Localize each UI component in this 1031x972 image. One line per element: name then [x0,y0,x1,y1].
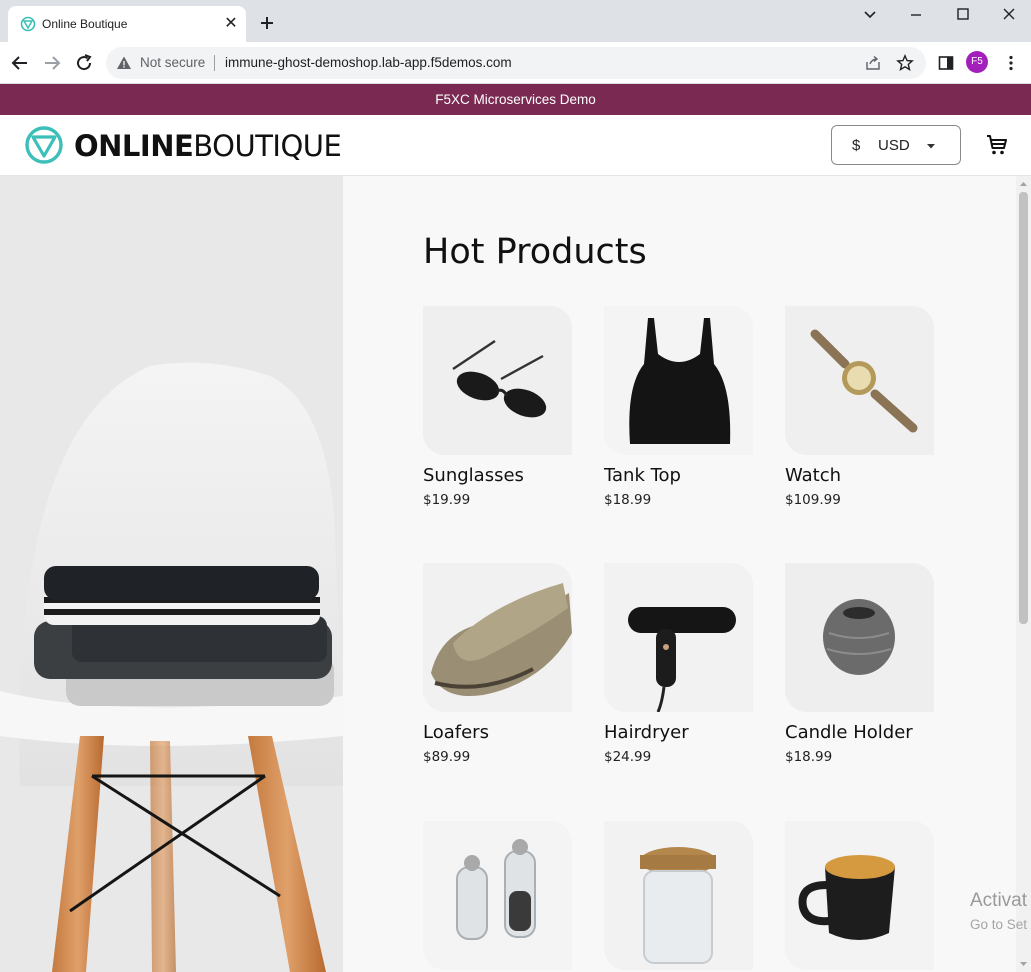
reload-icon[interactable] [72,51,96,75]
browser-tabstrip: Online Boutique ✕ [0,0,1031,42]
scroll-up-arrow-icon[interactable] [1019,180,1028,188]
demo-banner: F5XC Microservices Demo [0,84,1031,115]
loafers-icon [423,563,572,712]
product-card[interactable]: Hairdryer $24.99 [604,563,754,765]
product-image[interactable] [604,306,753,455]
page-scrollbar[interactable] [1016,176,1031,972]
product-image[interactable] [604,821,753,970]
product-price: $18.99 [785,749,833,765]
tab-title: Online Boutique [42,17,128,31]
bookmark-star-icon[interactable] [896,54,914,72]
profile-avatar[interactable]: F5 [966,51,988,73]
online-boutique-favicon-icon [20,16,36,32]
section-title: Hot Products [423,232,647,272]
windows-activation-watermark-subtitle: Go to Set [970,917,1028,932]
product-price: $19.99 [423,492,471,508]
product-name[interactable]: Watch [785,465,935,486]
back-arrow-icon[interactable] [8,51,32,75]
tab-search-chevron-icon[interactable] [855,4,885,26]
maximize-icon[interactable] [948,4,978,26]
address-bar[interactable]: Not secure immune-ghost-demoshop.lab-app… [106,47,926,79]
warning-triangle-icon[interactable] [116,55,132,71]
scrollbar-thumb[interactable] [1019,192,1028,624]
product-name[interactable]: Candle Holder [785,722,935,743]
hero-illustration [0,176,343,972]
product-image[interactable] [604,563,753,712]
product-name[interactable]: Loafers [423,722,573,743]
product-card[interactable] [604,821,754,972]
shopping-cart-icon[interactable] [985,133,1009,157]
product-price: $89.99 [423,749,471,765]
product-name[interactable]: Tank Top [604,465,754,486]
hero-image-chair-with-clothes [0,176,343,972]
product-price: $24.99 [604,749,652,765]
product-image[interactable] [785,306,934,455]
product-name[interactable]: Sunglasses [423,465,573,486]
site-header: ONLINEBOUTIQUE $ USD [0,115,1031,176]
product-card[interactable]: Sunglasses $19.99 [423,306,573,508]
browser-toolbar: Not secure immune-ghost-demoshop.lab-app… [0,42,1031,84]
window-close-icon[interactable] [994,4,1024,26]
hot-products-section: Hot Products Sunglasses $19.99 Tank Top … [343,176,1016,972]
side-panel-icon[interactable] [937,54,955,72]
tank-top-icon [604,306,753,455]
forward-arrow-icon[interactable] [40,51,64,75]
caret-down-icon [927,144,935,149]
product-price: $18.99 [604,492,652,508]
logo-text-light: BOUTIQUE [193,129,342,163]
product-name[interactable]: Hairdryer [604,722,754,743]
close-tab-icon[interactable]: ✕ [222,15,240,33]
currency-selector[interactable]: $ USD [831,125,961,165]
product-price: $109.99 [785,492,841,508]
currency-code: USD [878,137,910,154]
share-icon[interactable] [864,54,882,72]
logo-text-strong: ONLINE [74,129,194,163]
product-card[interactable] [423,821,573,972]
product-card[interactable]: Candle Holder $18.99 [785,563,935,765]
product-image[interactable] [423,563,572,712]
glass-jar-icon [604,821,753,970]
browser-menu-icon[interactable] [1002,54,1020,72]
product-image[interactable] [423,821,572,970]
windows-activation-watermark-title: Activat [970,890,1028,911]
product-image[interactable] [785,821,934,970]
product-card[interactable]: Watch $109.99 [785,306,935,508]
product-image[interactable] [423,306,572,455]
new-tab-icon[interactable] [256,12,278,34]
salt-pepper-shakers-icon [423,821,572,970]
security-label[interactable]: Not secure [140,55,205,70]
product-card[interactable] [785,821,935,972]
candle-holder-icon [785,563,934,712]
product-image[interactable] [785,563,934,712]
mug-icon [785,821,934,970]
browser-tab[interactable]: Online Boutique ✕ [8,6,246,42]
online-boutique-logo-icon[interactable] [24,125,64,165]
site-logo-text[interactable]: ONLINEBOUTIQUE [74,129,342,163]
product-card[interactable]: Tank Top $18.99 [604,306,754,508]
hairdryer-icon [604,563,753,712]
sunglasses-icon [423,306,572,455]
minimize-icon[interactable] [901,4,931,26]
omnibox-divider [214,55,215,71]
product-card[interactable]: Loafers $89.99 [423,563,573,765]
url-text[interactable]: immune-ghost-demoshop.lab-app.f5demos.co… [225,55,512,70]
currency-symbol: $ [852,137,861,154]
scroll-down-arrow-icon[interactable] [1019,960,1028,968]
watch-icon [785,306,934,455]
